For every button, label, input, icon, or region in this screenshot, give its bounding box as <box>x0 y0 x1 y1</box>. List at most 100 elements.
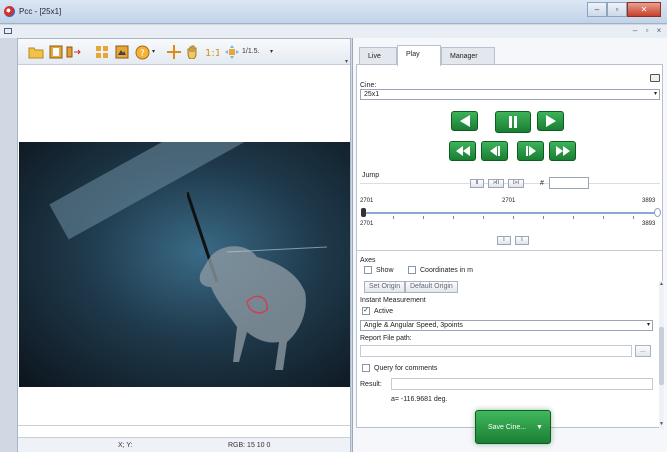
cine-select[interactable]: 25x1 ▾ <box>360 89 660 100</box>
report-path-input[interactable] <box>360 345 632 357</box>
play-reverse-icon <box>459 115 470 127</box>
range-start-label: 2701 <box>360 198 374 204</box>
svg-text:1:1: 1:1 <box>205 48 219 59</box>
jump-start-button[interactable]: II <box>470 179 484 188</box>
viewer-toolbar: ? ▾ 1:1 1/1.5. ▾ ▾ <box>18 39 350 65</box>
jump-marker-button[interactable]: >II <box>488 179 504 188</box>
control-pane: Live Play Manager Cine: 25x1 ▾ Jump II >… <box>352 38 667 452</box>
slider-tick <box>573 216 574 219</box>
app-icon <box>4 6 15 17</box>
tab-live[interactable]: Live <box>359 47 397 65</box>
save-cine-button[interactable]: Save Cine... ▼ <box>475 410 551 444</box>
measurement-mode-select[interactable]: Angle & Angular Speed, 3points ▾ <box>360 320 653 331</box>
video-subject <box>187 192 327 370</box>
zoom-ratio[interactable]: 1/1.5. <box>242 48 260 55</box>
range-end-label: 3893 <box>642 198 656 204</box>
jump-end-button[interactable]: I>I <box>508 179 524 188</box>
image-settings-icon[interactable] <box>114 44 130 60</box>
report-path-label: Report File path: <box>360 335 412 342</box>
step-back-button[interactable] <box>481 141 508 161</box>
play-forward-button[interactable] <box>537 111 564 131</box>
step-forward-button[interactable] <box>517 141 544 161</box>
close-button[interactable]: ✕ <box>627 2 661 17</box>
coords-readout: X; Y: <box>118 442 133 449</box>
pause-icon <box>509 116 517 128</box>
panel-scrollbar[interactable]: ▲ ▼ <box>659 281 664 429</box>
slider-tick <box>423 216 424 219</box>
mdi-controls: – ▫ × <box>630 26 664 36</box>
window-titlebar: Pcc - [25x1] – ▫ ✕ <box>0 0 667 24</box>
help-dropdown-caret[interactable]: ▾ <box>152 48 155 55</box>
slider-tick <box>393 216 394 219</box>
coords-in-m-label: Coordinates in m <box>420 267 473 274</box>
play-panel: Cine: 25x1 ▾ Jump II >II I>I # 2701 2701… <box>356 64 664 429</box>
mdi-close-button[interactable]: × <box>654 26 664 36</box>
range-start-secondary: 2701 <box>360 221 374 227</box>
default-origin-button[interactable]: Default Origin <box>405 281 458 293</box>
mdi-window-icon[interactable] <box>4 28 12 34</box>
help-icon[interactable]: ? <box>134 44 150 60</box>
play-reverse-button[interactable] <box>451 111 478 131</box>
scroll-down-icon[interactable]: ▼ <box>659 421 664 427</box>
mark-in-button[interactable]: I <box>497 236 511 245</box>
crosshair-icon[interactable] <box>166 44 182 60</box>
grid-view-icon[interactable] <box>94 44 110 60</box>
query-comments-checkbox[interactable] <box>362 364 370 372</box>
maximize-button[interactable]: ▫ <box>607 2 627 17</box>
chevron-down-icon: ▾ <box>646 322 650 328</box>
step-forward-icon <box>525 146 536 156</box>
range-end-secondary: 3893 <box>642 221 656 227</box>
window-title: Pcc - [25x1] <box>19 7 62 16</box>
video-frame[interactable] <box>19 142 350 387</box>
slider-tick <box>483 216 484 219</box>
fit-window-icon[interactable] <box>224 44 240 60</box>
divider <box>357 250 662 251</box>
pause-button[interactable] <box>495 111 531 133</box>
mdi-minimize-button[interactable]: – <box>630 26 640 36</box>
show-axes-checkbox[interactable] <box>364 266 372 274</box>
slider-tick <box>603 216 604 219</box>
frame-slider-track[interactable] <box>363 212 658 214</box>
actual-size-icon[interactable]: 1:1 <box>204 44 220 60</box>
set-origin-button[interactable]: Set Origin <box>364 281 406 293</box>
cine-eject-icon[interactable] <box>650 74 660 82</box>
filmstrip-icon[interactable] <box>48 44 64 60</box>
window-controls: – ▫ ✕ <box>587 2 661 17</box>
tab-play[interactable]: Play <box>397 45 441 66</box>
zoom-dropdown-caret[interactable]: ▾ <box>270 48 273 55</box>
svg-text:?: ? <box>140 49 145 59</box>
active-checkbox[interactable]: ✓ <box>362 307 370 315</box>
coords-in-m-checkbox[interactable] <box>408 266 416 274</box>
frame-slider-thumb[interactable] <box>361 208 366 217</box>
viewer-pane: ? ▾ 1:1 1/1.5. ▾ ▾ X; Y: RGB: 15 10 0 <box>17 38 351 452</box>
rgb-readout: RGB: 15 10 0 <box>228 442 271 449</box>
chevron-down-icon: ▼ <box>536 424 543 431</box>
scroll-up-icon[interactable]: ▲ <box>659 281 664 287</box>
chevron-down-icon: ▾ <box>653 91 657 97</box>
scrollbar-thumb[interactable] <box>659 327 664 385</box>
show-axes-label: Show <box>376 267 394 274</box>
pan-hand-icon[interactable] <box>184 44 200 60</box>
divider <box>18 425 350 426</box>
fast-forward-button[interactable] <box>549 141 576 161</box>
toolbar-overflow-icon[interactable]: ▾ <box>345 58 348 65</box>
fast-forward-icon <box>555 146 570 156</box>
step-back-icon <box>489 146 500 156</box>
mark-out-button[interactable]: I <box>515 236 529 245</box>
tab-manager[interactable]: Manager <box>441 47 495 65</box>
export-frames-icon[interactable] <box>66 44 82 60</box>
save-cine-label: Save Cine... <box>488 424 527 431</box>
slider-tick <box>453 216 454 219</box>
fast-rewind-button[interactable] <box>449 141 476 161</box>
open-folder-icon[interactable] <box>28 44 44 60</box>
mdi-restore-button[interactable]: ▫ <box>642 26 652 36</box>
mdi-bar: – ▫ × <box>0 25 667 38</box>
frame-slider-end-handle[interactable] <box>654 208 661 217</box>
slider-tick <box>513 216 514 219</box>
browse-button[interactable]: ... <box>635 345 651 357</box>
jump-frame-input[interactable] <box>549 177 589 189</box>
fast-rewind-icon <box>455 146 470 156</box>
slider-tick <box>543 216 544 219</box>
minimize-button[interactable]: – <box>587 2 607 17</box>
axes-label: Axes <box>360 257 376 264</box>
